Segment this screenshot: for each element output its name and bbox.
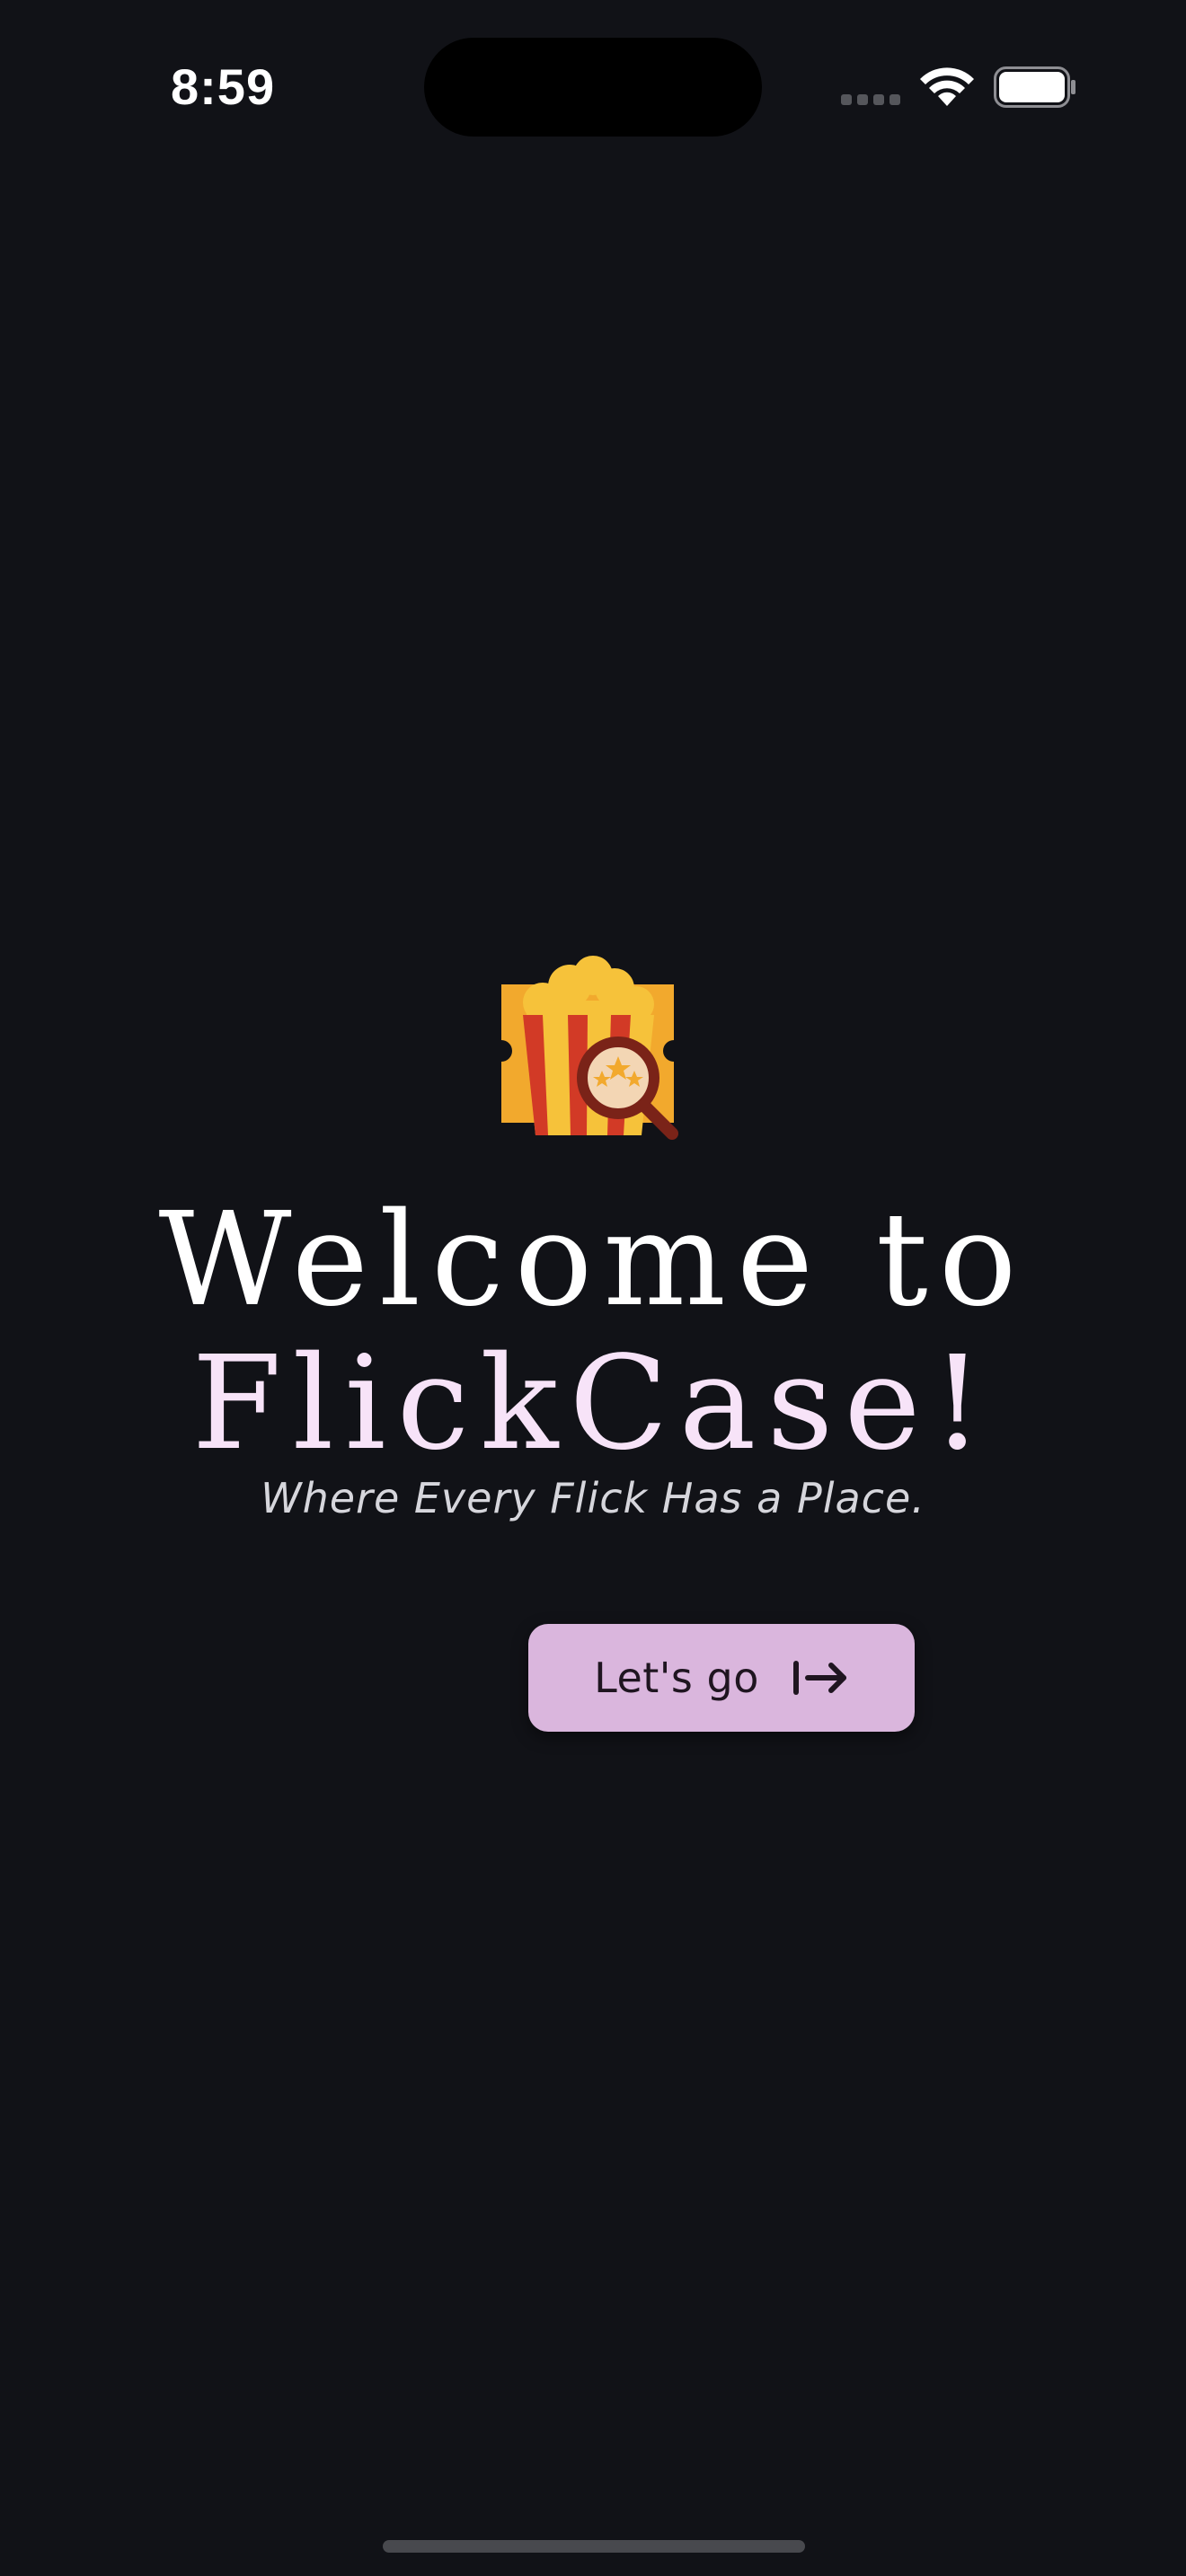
wifi-icon	[920, 67, 974, 106]
app-name-title: FlickCase!	[191, 1328, 995, 1478]
arrow-right-to-icon	[792, 1661, 846, 1695]
battery-icon	[994, 66, 1075, 108]
lets-go-label: Let's go	[594, 1654, 759, 1702]
signal-icon	[841, 93, 902, 106]
status-time: 8:59	[171, 58, 276, 115]
welcome-title: Welcome to	[158, 1184, 1028, 1335]
home-indicator[interactable]	[383, 2540, 805, 2553]
lets-go-button[interactable]: Let's go	[528, 1624, 915, 1732]
popcorn-ticket-logo-icon	[501, 956, 678, 1140]
dynamic-island	[424, 38, 762, 137]
tagline: Where Every Flick Has a Place.	[261, 1474, 925, 1522]
